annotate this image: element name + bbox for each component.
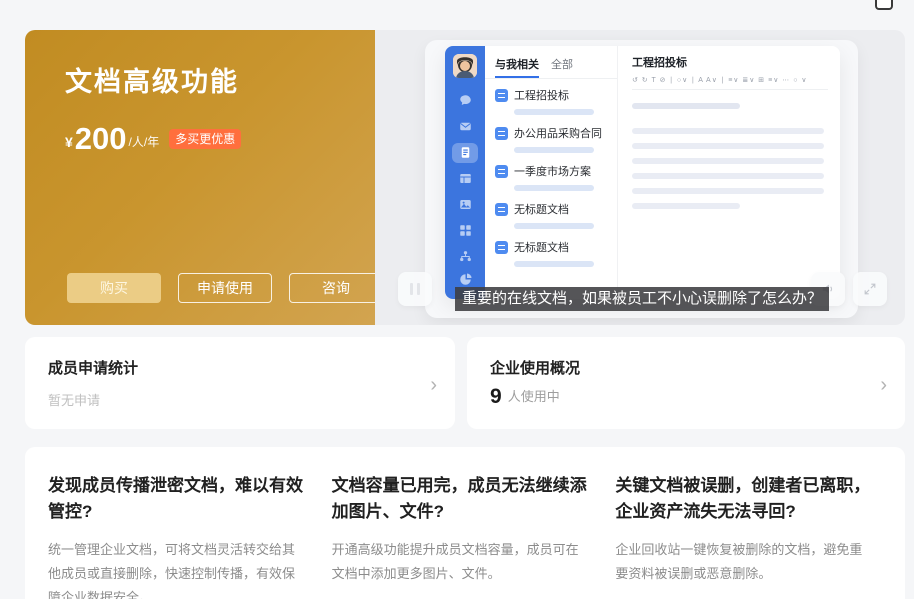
chat-icon	[452, 91, 478, 111]
fullscreen-button[interactable]	[853, 272, 887, 306]
member-request-stats-card[interactable]: 成员申请统计 暂无申请 ›	[25, 337, 455, 429]
apply-button[interactable]: 申请使用	[178, 273, 272, 303]
pause-button[interactable]	[398, 272, 432, 306]
feature-column: 关键文档被误删，创建者已离职，企业资产流失无法寻回? 企业回收站一键恢复被删除的…	[615, 473, 875, 599]
feature-title: 关键文档被误删，创建者已离职，企业资产流失无法寻回?	[615, 473, 875, 526]
feature-body: 统一管理企业文档，可将文档灵活转交给其他成员或直接删除，快速控制传播，有效保障企…	[48, 538, 308, 599]
video-preview[interactable]: 与我相关 全部 工程招投标 办公用品采购合同 一季度市场方案	[375, 30, 905, 325]
placeholder-bar	[632, 143, 824, 149]
feature-title: 发现成员传播泄密文档，难以有效管控?	[48, 473, 308, 526]
list-item: 工程招投标	[485, 79, 617, 117]
feature-title: 文档容量已用完，成员无法继续添加图片、文件?	[332, 473, 592, 526]
price-unit: /人/年	[129, 133, 160, 150]
editor-panel: 工程招投标 ↺ ↻ T ⊘ ∣ ○∨ ∣ A A∨ ∣ ≡∨ ≣∨ ⊞ ≡∨ ⋯…	[618, 46, 840, 299]
users-count: 9	[490, 386, 502, 407]
doc-file-icon	[495, 241, 508, 254]
apps-grid-icon	[452, 220, 478, 240]
org-tree-icon	[452, 246, 478, 266]
doc-list-tabs: 与我相关 全部	[485, 46, 617, 79]
doc-title: 无标题文档	[514, 239, 569, 255]
page: 文档高级功能 ¥ 200 /人/年 多买更优惠 购买 申请使用 咨询	[0, 0, 914, 599]
feature-column: 文档容量已用完，成员无法继续添加图片、文件? 开通高级功能提升成员文档容量，成员…	[332, 473, 592, 599]
placeholder-bar	[514, 147, 594, 153]
app-preview-window: 与我相关 全部 工程招投标 办公用品采购合同 一季度市场方案	[445, 46, 840, 299]
list-item: 办公用品采购合同	[485, 117, 617, 155]
price-value: 200	[75, 123, 127, 154]
docs-icon-active	[452, 143, 478, 163]
feature-body: 开通高级功能提升成员文档容量，成员可在文档中添加更多图片、文件。	[332, 538, 592, 586]
price-row: ¥ 200 /人/年 多买更优惠	[65, 123, 375, 154]
placeholder-bar	[514, 109, 594, 115]
tab-related-to-me: 与我相关	[495, 56, 539, 78]
list-item: 一季度市场方案	[485, 155, 617, 193]
doc-file-icon	[495, 165, 508, 178]
doc-title: 一季度市场方案	[514, 163, 591, 179]
doc-file-icon	[495, 203, 508, 216]
app-sidebar	[445, 46, 485, 299]
placeholder-bar	[632, 128, 824, 134]
buy-button[interactable]: 购买	[67, 273, 161, 303]
placeholder-bar	[514, 223, 594, 229]
placeholder-bar	[632, 103, 740, 109]
doc-file-icon	[495, 89, 508, 102]
placeholder-bar	[632, 173, 824, 179]
promo-panel: 文档高级功能 ¥ 200 /人/年 多买更优惠 购买 申请使用 咨询	[25, 30, 375, 325]
placeholder-bar	[632, 158, 824, 164]
list-item: 无标题文档	[485, 231, 617, 269]
feature-column: 发现成员传播泄密文档，难以有效管控? 统一管理企业文档，可将文档灵活转交给其他成…	[48, 473, 308, 599]
sheet-icon	[452, 169, 478, 189]
card-desc: 暂无申请	[48, 390, 455, 409]
doc-list-panel: 与我相关 全部 工程招投标 办公用品采购合同 一季度市场方案	[485, 46, 618, 299]
mail-icon	[452, 117, 478, 137]
card-title: 成员申请统计	[48, 357, 455, 378]
feature-body: 企业回收站一键恢复被删除的文档，避免重要资料被误删或恶意删除。	[615, 538, 875, 586]
card-title: 企业使用概况	[490, 357, 905, 378]
consult-button[interactable]: 咨询	[289, 273, 383, 303]
clipped-browser-icon[interactable]	[875, 0, 893, 10]
editor-toolbar-icons: ↺ ↻ T ⊘ ∣ ○∨ ∣ A A∨ ∣ ≡∨ ≣∨ ⊞ ≡∨ ⋯ ○ ∨	[632, 70, 828, 90]
placeholder-bar	[514, 261, 594, 267]
enterprise-usage-card[interactable]: 企业使用概况 9 人使用中 ›	[467, 337, 905, 429]
expand-icon	[863, 282, 877, 296]
features-card: 发现成员传播泄密文档，难以有效管控? 统一管理企业文档，可将文档灵活转交给其他成…	[25, 447, 905, 599]
tab-all: 全部	[551, 56, 573, 78]
promo-title: 文档高级功能	[65, 60, 375, 99]
doc-title: 办公用品采购合同	[514, 125, 602, 141]
placeholder-bar	[632, 188, 824, 194]
doc-title: 无标题文档	[514, 201, 569, 217]
doc-title: 工程招投标	[514, 87, 569, 103]
promo-buttons: 购买 申请使用 咨询	[67, 273, 383, 303]
editor-doc-title: 工程招投标	[632, 54, 828, 70]
promo-section: 文档高级功能 ¥ 200 /人/年 多买更优惠 购买 申请使用 咨询	[25, 30, 905, 325]
currency-symbol: ¥	[65, 134, 73, 150]
list-item: 无标题文档	[485, 193, 617, 231]
chevron-right-icon[interactable]: ›	[430, 375, 437, 395]
avatar	[453, 54, 477, 78]
doc-file-icon	[495, 127, 508, 140]
users-count-unit: 人使用中	[508, 386, 560, 407]
discount-badge: 多买更优惠	[169, 129, 241, 149]
image-icon	[452, 195, 478, 215]
placeholder-bar	[514, 185, 594, 191]
chevron-right-icon[interactable]: ›	[880, 375, 887, 395]
placeholder-bar	[632, 203, 740, 209]
video-subtitle: 重要的在线文档，如果被员工不小心误删除了怎么办？	[455, 287, 829, 311]
stats-row: 成员申请统计 暂无申请 › 企业使用概况 9 人使用中 ›	[25, 337, 905, 429]
